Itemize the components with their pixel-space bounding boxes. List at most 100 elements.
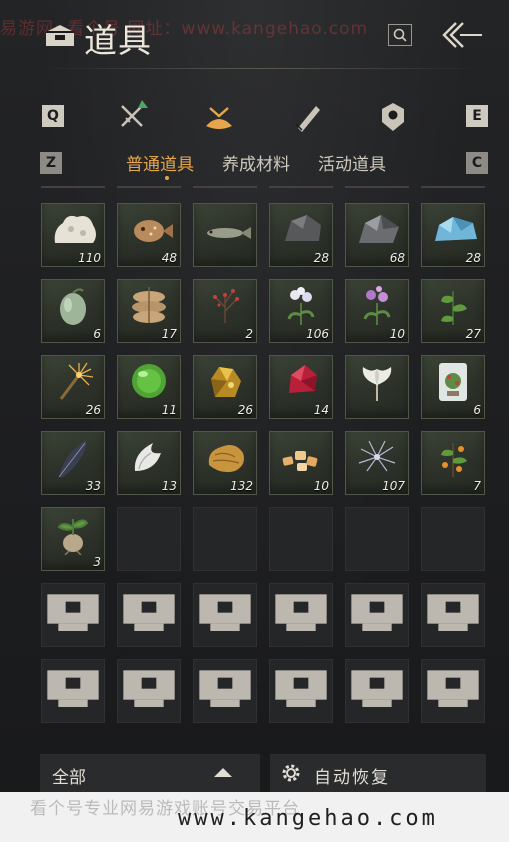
empty-slot[interactable]: [269, 507, 333, 571]
inventory-slot[interactable]: 26: [41, 355, 105, 419]
inventory-slot[interactable]: 3: [41, 507, 105, 571]
empty-slot[interactable]: [345, 507, 409, 571]
inventory-slot[interactable]: 48: [117, 203, 181, 267]
auto-restore-label: 自动恢复: [314, 768, 390, 788]
item-count: 2: [245, 327, 253, 341]
shelf-divider: [345, 186, 409, 188]
tab-normal-items[interactable]: 普通道具: [126, 150, 194, 175]
active-tab-indicator: [165, 176, 169, 180]
item-count: 11: [161, 403, 177, 417]
inventory-slot[interactable]: 10: [345, 279, 409, 343]
inventory-slot[interactable]: 106: [269, 279, 333, 343]
inventory-slot[interactable]: [345, 355, 409, 419]
locked-slot[interactable]: [269, 659, 333, 723]
key-q[interactable]: Q: [42, 105, 64, 127]
filter-label: 全部: [52, 768, 86, 788]
locked-slot[interactable]: [117, 583, 181, 647]
gold-ore-icon: [211, 367, 241, 397]
fish-icon: [207, 227, 251, 239]
lock-icon: [199, 594, 251, 631]
locked-slot[interactable]: [421, 659, 485, 723]
gold-nugget-icon: [208, 445, 244, 473]
inventory-slot[interactable]: 14: [269, 355, 333, 419]
shelf-divider: [193, 186, 257, 188]
coral-icon: [54, 215, 96, 243]
locked-slot[interactable]: [269, 583, 333, 647]
inventory-slot[interactable]: 2: [193, 279, 257, 343]
item-count: 28: [313, 251, 329, 265]
inventory-slot[interactable]: 6: [41, 279, 105, 343]
caret-up-icon: [214, 768, 232, 777]
inventory-slot[interactable]: 27: [421, 279, 485, 343]
lock-icon: [427, 670, 479, 707]
shelf-divider: [41, 186, 105, 188]
gear-icon: [282, 764, 300, 782]
red-berry-herb-icon: [213, 289, 239, 323]
shelf-divider: [421, 186, 485, 188]
locked-slot[interactable]: [117, 659, 181, 723]
inventory-slot[interactable]: 28: [269, 203, 333, 267]
page-title: 道具: [84, 21, 152, 60]
item-count: 132: [230, 479, 253, 493]
inventory-slot[interactable]: 10: [269, 431, 333, 495]
lock-icon: [47, 670, 99, 707]
inventory-slot[interactable]: 11: [117, 355, 181, 419]
locked-slot[interactable]: [193, 659, 257, 723]
locked-slot[interactable]: [41, 583, 105, 647]
locked-slot[interactable]: [421, 583, 485, 647]
items-category-icon[interactable]: [202, 100, 236, 134]
inventory-slot[interactable]: [193, 203, 257, 267]
header-divider: [40, 68, 485, 69]
inventory-slot[interactable]: 28: [421, 203, 485, 267]
bonsai-icon: [439, 363, 467, 401]
shelf-divider: [117, 186, 181, 188]
locked-slot[interactable]: [193, 583, 257, 647]
inventory-slot[interactable]: 7: [421, 431, 485, 495]
inventory-slot[interactable]: 110: [41, 203, 105, 267]
badge-category-icon[interactable]: [376, 100, 410, 134]
locked-slot[interactable]: [345, 583, 409, 647]
key-z[interactable]: Z: [40, 152, 62, 174]
green-herb-icon: [441, 291, 467, 325]
key-c[interactable]: C: [466, 152, 488, 174]
scroll-category-icon[interactable]: [290, 100, 324, 134]
item-count: 26: [237, 403, 253, 417]
item-count: 27: [465, 327, 481, 341]
inventory-slot[interactable]: 132: [193, 431, 257, 495]
tab-growth-materials[interactable]: 养成材料: [222, 150, 290, 175]
item-count: 10: [389, 327, 405, 341]
white-lily-icon: [362, 367, 392, 401]
firework-icon: [59, 362, 94, 400]
pufferfish-icon: [134, 220, 173, 242]
watermark-url: www.kangehao.com: [178, 806, 438, 831]
shelf-divider: [269, 186, 333, 188]
inventory-slot[interactable]: 33: [41, 431, 105, 495]
root-plant-icon: [57, 519, 89, 555]
lock-icon: [275, 594, 327, 631]
inventory-slot[interactable]: 17: [117, 279, 181, 343]
tab-event-items[interactable]: 活动道具: [318, 150, 386, 175]
empty-slot[interactable]: [193, 507, 257, 571]
empty-slot[interactable]: [421, 507, 485, 571]
empty-slot[interactable]: [117, 507, 181, 571]
back-button-icon[interactable]: [436, 20, 486, 50]
item-count: 17: [161, 327, 177, 341]
dark-ore-icon: [285, 215, 321, 241]
item-count: 107: [382, 479, 405, 493]
inventory-slot[interactable]: 6: [421, 355, 485, 419]
locked-slot[interactable]: [345, 659, 409, 723]
item-count: 33: [85, 479, 101, 493]
inventory-slot[interactable]: 68: [345, 203, 409, 267]
inventory-slot[interactable]: 107: [345, 431, 409, 495]
lock-icon: [199, 670, 251, 707]
key-e[interactable]: E: [466, 105, 488, 127]
auto-restore-button[interactable]: 自动恢复: [270, 754, 486, 792]
weapons-category-icon[interactable]: [116, 98, 150, 132]
orange-branch-icon: [441, 443, 467, 477]
filter-dropdown[interactable]: 全部: [40, 754, 260, 792]
inventory-slot[interactable]: 13: [117, 431, 181, 495]
blue-crystal-icon: [435, 217, 477, 241]
search-button[interactable]: [388, 24, 412, 46]
inventory-slot[interactable]: 26: [193, 355, 257, 419]
locked-slot[interactable]: [41, 659, 105, 723]
